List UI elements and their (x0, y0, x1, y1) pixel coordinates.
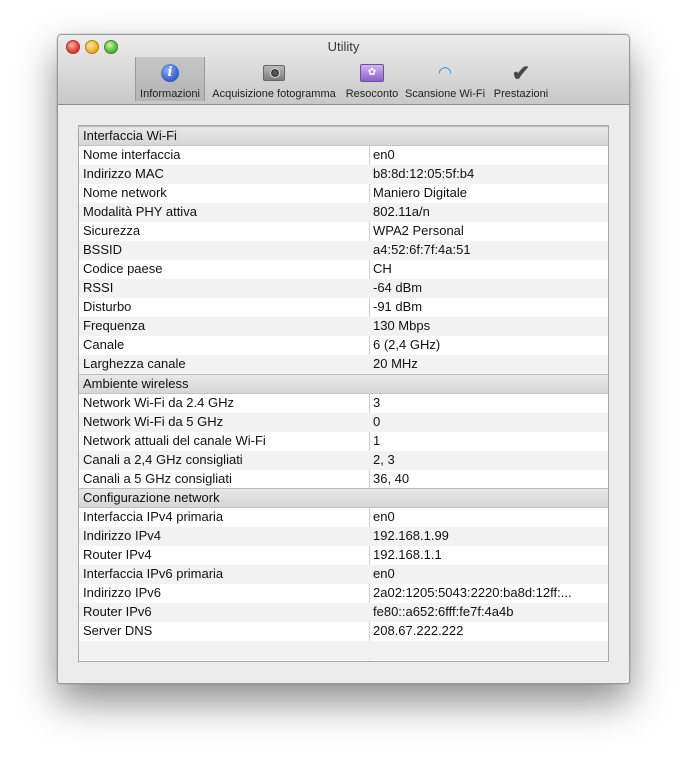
toolbar-item-scansione-wifi[interactable]: ◠ Scansione Wi-Fi (404, 57, 486, 101)
checkmark-icon: ✔ (511, 60, 531, 86)
toolbar-item-resoconto[interactable]: ✿ Resoconto (342, 57, 402, 101)
table-row[interactable]: Nome network Maniero Digitale (79, 184, 608, 203)
table-row[interactable]: Nome interfaccia en0 (79, 146, 608, 165)
table-row[interactable]: Disturbo -91 dBm (79, 298, 608, 317)
table-row[interactable]: Router IPv6 fe80::a652:6fff:fe7f:4a4b (79, 603, 608, 622)
window-title: Utility (327, 39, 360, 54)
camera-icon (263, 65, 285, 82)
table-row[interactable]: Router IPv4 192.168.1.1 (79, 546, 608, 565)
table-row[interactable]: Indirizzo IPv4 192.168.1.99 (79, 527, 608, 546)
toolbar-item-label: Resoconto (345, 88, 399, 100)
section-header-ambiente-wireless: Ambiente wireless (79, 374, 608, 394)
table-row[interactable]: Indirizzo IPv6 2a02:1205:5043:2220:ba8d:1… (79, 584, 608, 603)
table-row[interactable]: Canali a 2,4 GHz consigliati 2, 3 (79, 451, 608, 470)
table-row[interactable]: Interfaccia IPv4 primaria en0 (79, 508, 608, 527)
table-row[interactable]: Server DNS 208.67.222.222 (79, 622, 608, 641)
toolbar-item-acquisizione-fotogramma[interactable]: Acquisizione fotogramma (208, 57, 340, 101)
wifi-icon: ◠ (438, 64, 452, 82)
table-row[interactable]: Indirizzo MAC b8:8d:12:05:5f:b4 (79, 165, 608, 184)
table-row[interactable]: Canale 6 (2,4 GHz) (79, 336, 608, 355)
table-row[interactable]: Codice paese CH (79, 260, 608, 279)
table-row[interactable]: Frequenza 130 Mbps (79, 317, 608, 336)
toolbar-item-label: Scansione Wi-Fi (404, 88, 486, 100)
info-table: Interfaccia Wi-Fi Nome interfaccia en0 In… (78, 125, 609, 662)
toolbar-item-prestazioni[interactable]: ✔ Prestazioni (490, 57, 552, 101)
table-row-empty (79, 641, 608, 660)
info-icon: i (161, 64, 179, 83)
section-header-interfaccia-wifi: Interfaccia Wi-Fi (79, 126, 608, 146)
table-row[interactable]: Network attuali del canale Wi-Fi 1 (79, 432, 608, 451)
table-row[interactable]: Network Wi-Fi da 5 GHz 0 (79, 413, 608, 432)
toolbar-item-label: Acquisizione fotogramma (212, 88, 336, 100)
table-row[interactable]: RSSI -64 dBm (79, 279, 608, 298)
section-header-configurazione-network: Configurazione network (79, 488, 608, 508)
table-row[interactable]: Interfaccia IPv6 primaria en0 (79, 565, 608, 584)
utility-window: Utility i Informazioni Acquisizione foto… (57, 34, 630, 684)
title-bar: Utility i Informazioni Acquisizione foto… (58, 35, 629, 105)
table-row[interactable]: Modalità PHY attiva 802.11a/n (79, 203, 608, 222)
report-icon: ✿ (360, 64, 384, 83)
table-row[interactable]: Sicurezza WPA2 Personal (79, 222, 608, 241)
table-row[interactable]: BSSID a4:52:6f:7f:4a:51 (79, 241, 608, 260)
table-row[interactable]: Canali a 5 GHz consigliati 36, 40 (79, 470, 608, 489)
table-row[interactable]: Network Wi-Fi da 2.4 GHz 3 (79, 394, 608, 413)
table-row[interactable]: Larghezza canale 20 MHz (79, 355, 608, 374)
toolbar-item-informazioni[interactable]: i Informazioni (135, 57, 205, 101)
toolbar-item-label: Prestazioni (493, 88, 549, 100)
toolbar-item-label: Informazioni (140, 88, 200, 100)
